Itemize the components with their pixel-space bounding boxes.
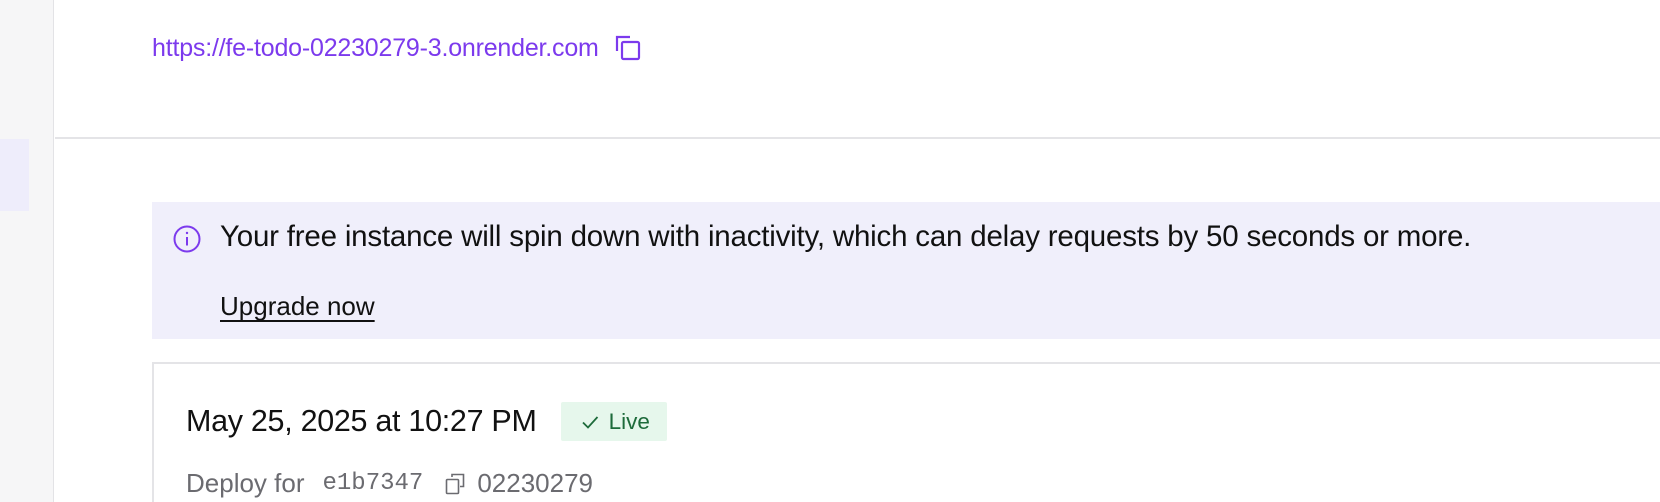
sidebar xyxy=(0,0,54,502)
service-url-row: https://fe-todo-02230279-3.onrender.com xyxy=(152,33,643,63)
commit-hash-link[interactable]: e1b7347 xyxy=(323,470,424,497)
section-divider xyxy=(55,137,1660,139)
notice-message: Your free instance will spin down with i… xyxy=(220,220,1472,253)
deploy-header: May 25, 2025 at 10:27 PM Live xyxy=(186,402,667,441)
deploy-card[interactable]: May 25, 2025 at 10:27 PM Live Deploy for… xyxy=(152,362,1660,502)
deploy-for-label: Deploy for xyxy=(186,468,305,498)
upgrade-now-link[interactable]: Upgrade now xyxy=(220,291,375,322)
service-url-link[interactable]: https://fe-todo-02230279-3.onrender.com xyxy=(152,34,599,63)
info-icon xyxy=(172,224,202,254)
commit-message: 02230279 xyxy=(477,468,594,498)
copy-icon[interactable] xyxy=(443,472,467,496)
sidebar-active-item[interactable] xyxy=(0,139,29,211)
free-instance-notice: Your free instance will spin down with i… xyxy=(152,202,1660,339)
deploy-date: May 25, 2025 at 10:27 PM xyxy=(186,404,537,438)
copy-icon[interactable] xyxy=(613,33,643,63)
deploy-meta: Deploy for e1b7347 02230279 xyxy=(186,468,593,499)
status-label: Live xyxy=(608,408,650,434)
check-icon xyxy=(581,415,598,429)
status-badge: Live xyxy=(560,402,667,441)
